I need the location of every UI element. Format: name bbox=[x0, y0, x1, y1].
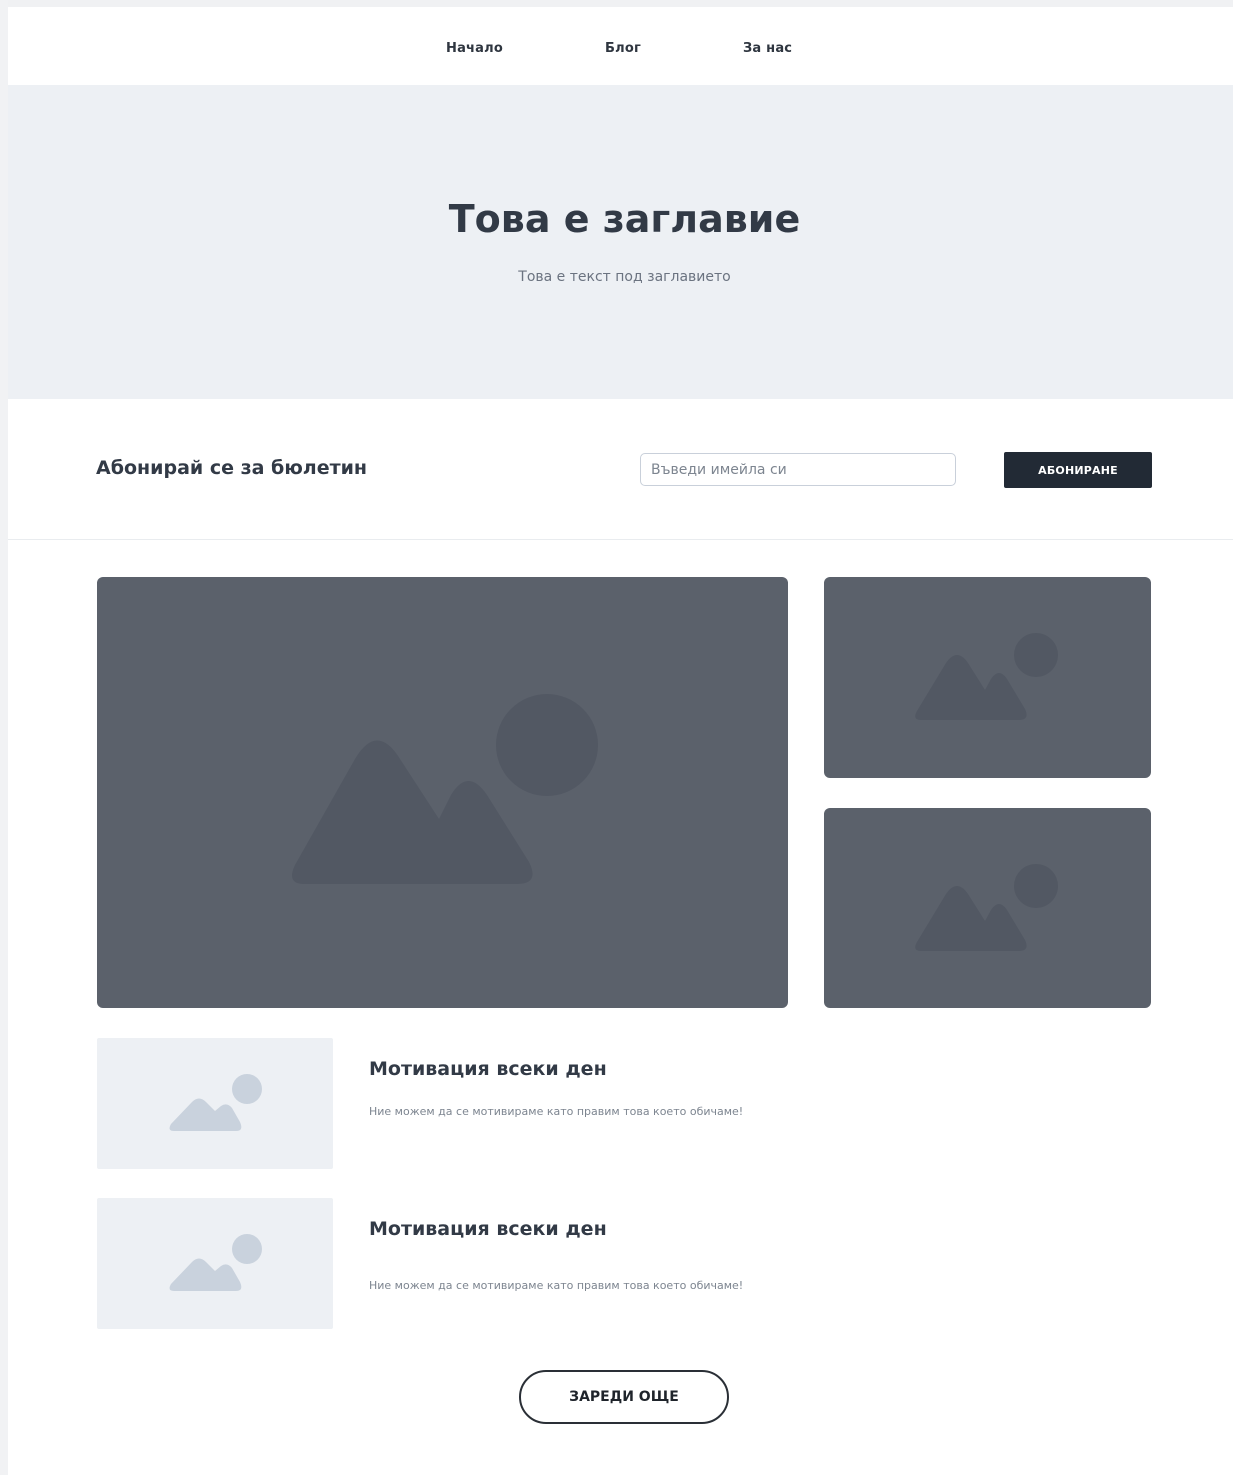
page-top-border bbox=[0, 0, 1233, 7]
image-placeholder-icon bbox=[915, 633, 1058, 720]
article-thumbnail[interactable] bbox=[97, 1198, 333, 1329]
image-placeholder-icon bbox=[292, 694, 598, 884]
load-more-button[interactable]: ЗАРЕДИ ОЩЕ bbox=[519, 1370, 729, 1424]
image-placeholder-icon bbox=[169, 1074, 262, 1131]
email-input[interactable] bbox=[640, 453, 956, 486]
image-placeholder-icon bbox=[169, 1234, 262, 1291]
nav-item-home[interactable]: Начало bbox=[446, 41, 503, 56]
hero-subtitle: Това е текст под заглавието bbox=[518, 269, 731, 285]
subscribe-button[interactable]: АБОНИРАНЕ bbox=[1004, 452, 1152, 488]
hero-banner: Това е заглавие Това е текст под заглави… bbox=[8, 85, 1233, 399]
featured-image-top-right[interactable] bbox=[824, 577, 1151, 778]
article-thumbnail[interactable] bbox=[97, 1038, 333, 1169]
newsletter-section: Абонирай се за бюлетин АБОНИРАНЕ bbox=[8, 399, 1233, 540]
page-left-border bbox=[0, 0, 8, 1475]
featured-image-bottom-right[interactable] bbox=[824, 808, 1151, 1008]
article-excerpt: Ние можем да се мотивираме като правим т… bbox=[369, 1279, 744, 1292]
featured-image-large[interactable] bbox=[97, 577, 788, 1008]
article-excerpt: Ние можем да се мотивираме като правим т… bbox=[369, 1105, 744, 1118]
article-title[interactable]: Мотивация всеки ден bbox=[369, 1218, 607, 1240]
image-placeholder-icon bbox=[915, 864, 1058, 951]
hero-title: Това е заглавие bbox=[448, 197, 801, 241]
article-title[interactable]: Мотивация всеки ден bbox=[369, 1058, 607, 1080]
newsletter-heading: Абонирай се за бюлетин bbox=[96, 457, 368, 479]
nav-item-blog[interactable]: Блог bbox=[605, 41, 641, 56]
top-navigation: Начало Блог За нас bbox=[8, 7, 1233, 85]
nav-item-about[interactable]: За нас bbox=[743, 41, 792, 56]
